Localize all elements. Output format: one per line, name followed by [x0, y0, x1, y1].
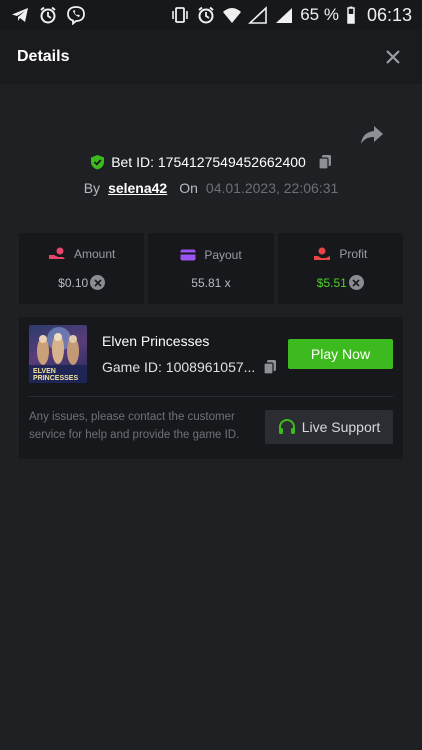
- username-link[interactable]: selena42: [108, 180, 167, 196]
- stat-profit: Profit $5.51: [277, 233, 403, 304]
- stat-payout: Payout 55.81 x: [148, 233, 274, 304]
- copy-game-id-button[interactable]: [263, 359, 277, 375]
- stat-label: Amount: [73, 247, 116, 261]
- share-button[interactable]: [360, 124, 384, 146]
- bet-stats: Amount $0.10 Payout 55.81 x Profit $5.51: [19, 233, 403, 304]
- close-icon: [386, 50, 400, 64]
- bet-id-row: Bet ID: 1754127549452662400: [0, 154, 422, 170]
- wifi-icon: [222, 5, 242, 25]
- alarm-icon: [38, 5, 58, 25]
- stat-value: 55.81 x: [191, 275, 231, 290]
- copy-icon: [263, 360, 277, 375]
- copy-icon: [318, 155, 331, 170]
- money-hand-icon: [314, 247, 331, 260]
- details-header: Details: [0, 30, 422, 84]
- clock: 06:13: [366, 4, 412, 25]
- currency-x-icon: [348, 275, 364, 290]
- by-label: By: [83, 180, 101, 196]
- verified-shield-icon: [91, 155, 105, 170]
- alarm-icon: [196, 5, 216, 25]
- game-art-image: ELVEN PRINCESSES: [29, 327, 87, 383]
- currency-x-icon: [90, 275, 106, 290]
- stat-label: Payout: [204, 247, 242, 262]
- game-thumbnail[interactable]: ELVEN PRINCESSES: [29, 325, 87, 383]
- page-title: Details: [17, 48, 70, 65]
- stat-label: Profit: [339, 247, 368, 261]
- signal-empty-icon: [248, 5, 268, 25]
- share-icon: [361, 126, 383, 144]
- svg-text:ELVEN: ELVEN: [33, 368, 56, 375]
- stat-value: $0.10: [58, 275, 89, 290]
- status-bar: 65 % 06:13: [0, 0, 422, 30]
- signal-icon: [274, 5, 294, 25]
- game-name: Elven Princesses: [102, 333, 210, 349]
- divider: [29, 396, 393, 397]
- support-text: Any issues, please contact the customer …: [29, 411, 240, 441]
- live-support-button[interactable]: Live Support: [265, 410, 393, 444]
- vibrate-icon: [170, 5, 190, 25]
- headset-icon: [278, 419, 295, 434]
- coins-hand-icon: [48, 247, 65, 259]
- battery-icon: [345, 5, 357, 25]
- game-id-row: Game ID: 1008961057...: [102, 359, 277, 375]
- bet-meta-row: By selena42 On 04.01.2023, 22:06:31: [0, 180, 422, 196]
- card-icon: [180, 249, 196, 260]
- battery-percent: 65 %: [300, 5, 339, 24]
- on-label: On: [179, 180, 198, 196]
- viber-icon: [66, 5, 86, 25]
- stat-value: $5.51: [316, 275, 347, 290]
- game-id: Game ID: 1008961057...: [102, 359, 256, 375]
- game-card: ELVEN PRINCESSES Elven Princesses Game I…: [19, 317, 403, 459]
- copy-bet-id-button[interactable]: [318, 154, 332, 170]
- stat-amount: Amount $0.10: [19, 233, 145, 304]
- svg-text:PRINCESSES: PRINCESSES: [33, 375, 78, 382]
- play-now-button[interactable]: Play Now: [288, 339, 393, 369]
- telegram-icon: [10, 5, 30, 25]
- live-support-label: Live Support: [301, 419, 381, 435]
- bet-id: Bet ID: 1754127549452662400: [111, 154, 306, 170]
- bet-date: 04.01.2023, 22:06:31: [205, 180, 339, 196]
- close-button[interactable]: [381, 45, 405, 69]
